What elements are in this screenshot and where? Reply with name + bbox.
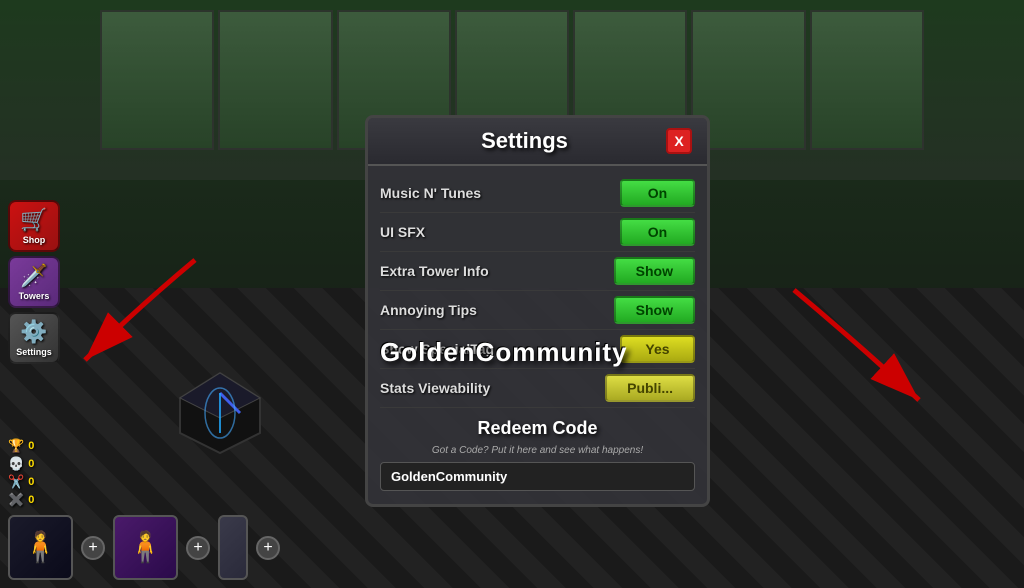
settings-button[interactable]: ⚙️ Settings [8, 312, 60, 364]
stats-panel: 🏆 0 💀 0 ✂️ 0 ✖️ 0 [8, 438, 34, 508]
stat-item: 💀 0 [8, 456, 34, 472]
cross-icon: ✖️ [8, 492, 24, 508]
towers-label: Towers [19, 291, 50, 301]
towers-button[interactable]: 🗡️ Towers [8, 256, 60, 308]
extra-slot [218, 515, 248, 580]
stat-value: 0 [28, 440, 34, 452]
redeem-section: Redeem Code Got a Code? Put it here and … [380, 408, 695, 496]
shop-label: Shop [23, 235, 46, 245]
character-panel-2: 🧍 [113, 515, 178, 580]
character-panel-1: 🧍 [8, 515, 73, 580]
stat-item: ✂️ 0 [8, 474, 34, 490]
setting-label-uisfx: UI SFX [380, 224, 425, 240]
setting-button-annoying-tips[interactable]: Show [614, 296, 695, 324]
setting-button-tower-info[interactable]: Show [614, 257, 695, 285]
setting-button-stats-view[interactable]: Publi... [605, 374, 695, 402]
modal-header: Settings X [368, 118, 707, 166]
setting-row-music: Music N' Tunes On [380, 174, 695, 213]
stat-item: 🏆 0 [8, 438, 34, 454]
settings-icon: ⚙️ [20, 319, 47, 345]
settings-label: Settings [16, 347, 52, 357]
window-pane [810, 10, 924, 150]
redeem-title: Redeem Code [380, 418, 695, 439]
setting-button-uisfx[interactable]: On [620, 218, 695, 246]
window-pane [218, 10, 332, 150]
setting-label-tower-info: Extra Tower Info [380, 263, 489, 279]
setting-button-special-tag[interactable]: Yes [620, 335, 695, 363]
redeem-hint: Got a Code? Put it here and see what hap… [380, 445, 695, 456]
character-silhouette-2: 🧍 [115, 517, 176, 578]
setting-label-annoying-tips: Annoying Tips [380, 302, 477, 318]
bottom-characters: 🧍 + 🧍 + + [8, 515, 280, 580]
scissors-icon: ✂️ [8, 474, 24, 490]
setting-row-annoying-tips: Annoying Tips Show [380, 291, 695, 330]
setting-label-music: Music N' Tunes [380, 185, 481, 201]
add-character-button-3[interactable]: + [256, 536, 280, 560]
modal-title: Settings [383, 128, 666, 154]
stat-value: 0 [28, 494, 34, 506]
sidebar: 🛒 Shop 🗡️ Towers ⚙️ Settings [8, 200, 60, 364]
setting-row-stats-view: Stats Viewability Publi... [380, 369, 695, 408]
shop-button[interactable]: 🛒 Shop [8, 200, 60, 252]
golden-community-annotation: GoldenCommunity [380, 337, 628, 368]
stat-value: 0 [28, 476, 34, 488]
modal-body: Music N' Tunes On UI SFX On Extra Tower … [368, 166, 707, 504]
setting-row-uisfx: UI SFX On [380, 213, 695, 252]
add-character-button-1[interactable]: + [81, 536, 105, 560]
trophy-icon: 🏆 [8, 438, 24, 454]
character-silhouette-1: 🧍 [10, 517, 71, 578]
towers-icon: 🗡️ [20, 263, 47, 289]
shop-icon: 🛒 [20, 207, 47, 233]
window-pane [100, 10, 214, 150]
add-character-button-2[interactable]: + [186, 536, 210, 560]
redeem-input-row [380, 462, 695, 491]
redeem-input[interactable] [380, 462, 695, 491]
setting-label-stats-view: Stats Viewability [380, 380, 490, 396]
settings-modal: Settings X Music N' Tunes On UI SFX On E… [365, 115, 710, 507]
stat-value: 0 [28, 458, 34, 470]
modal-close-button[interactable]: X [666, 128, 692, 154]
cube-decoration [170, 363, 270, 468]
stat-item: ✖️ 0 [8, 492, 34, 508]
setting-row-tower-info: Extra Tower Info Show [380, 252, 695, 291]
skull-icon: 💀 [8, 456, 24, 472]
setting-button-music[interactable]: On [620, 179, 695, 207]
